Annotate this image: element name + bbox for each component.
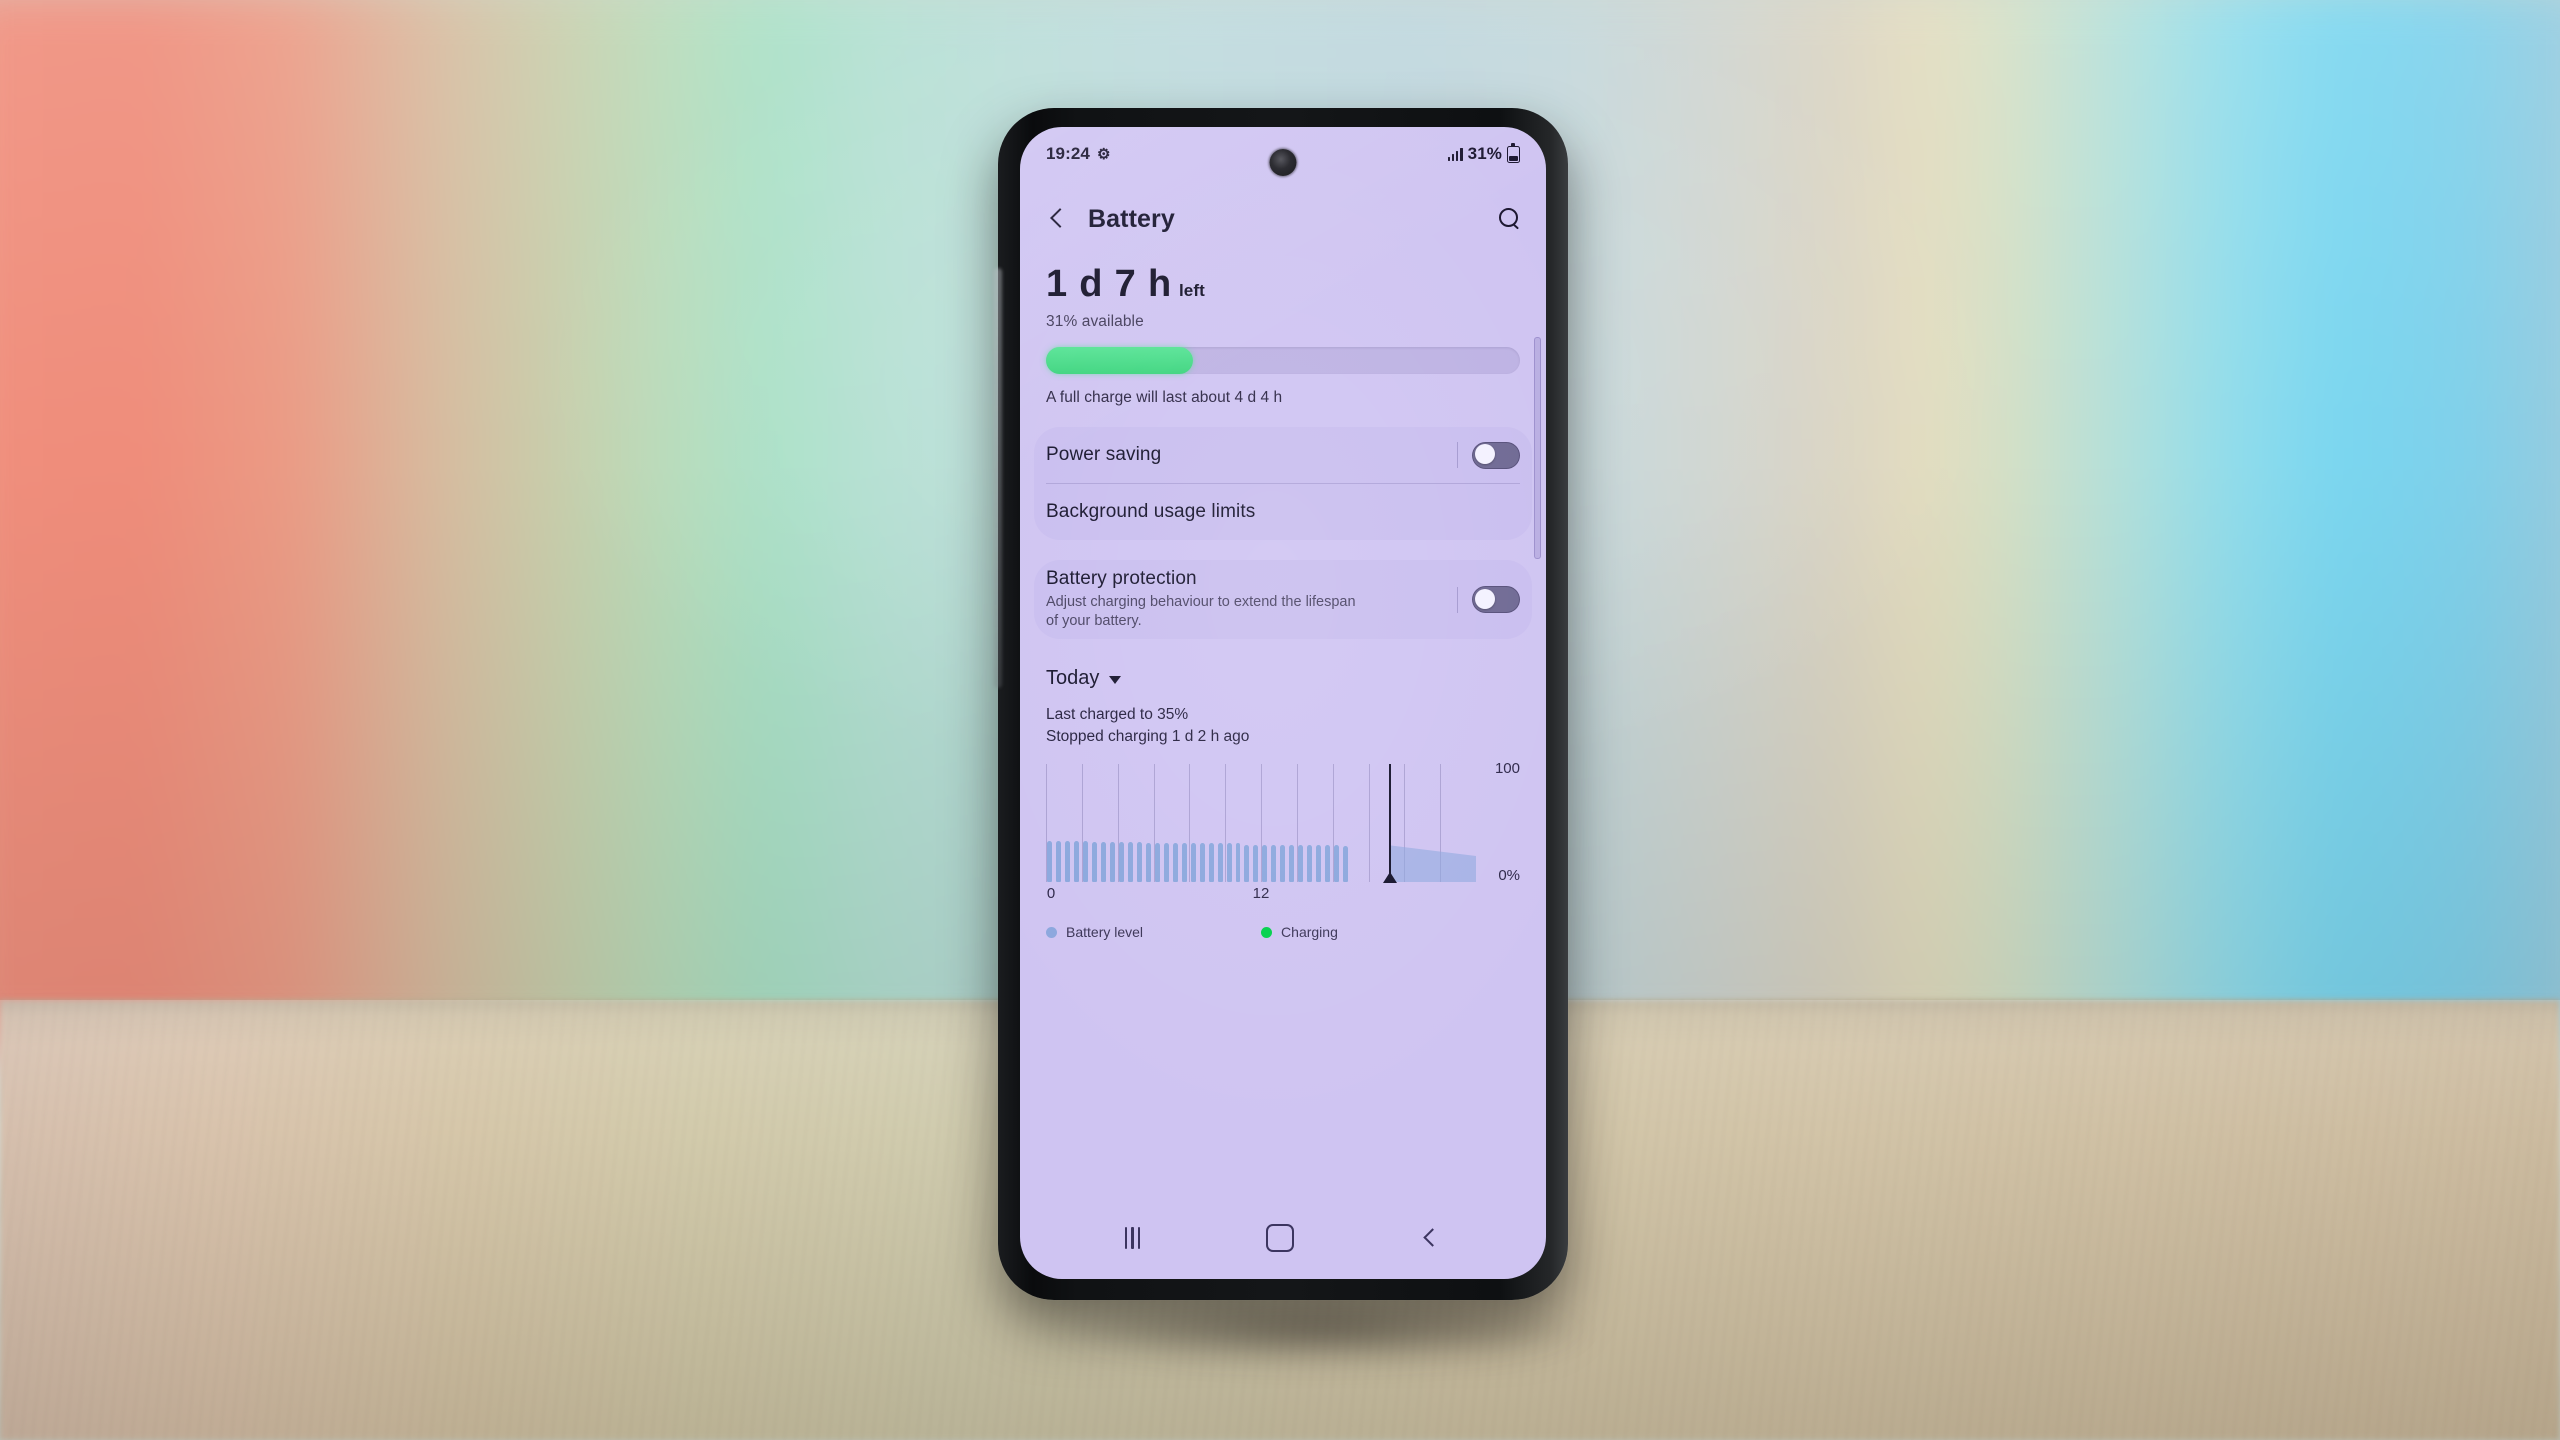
full-charge-note: A full charge will last about 4 d 4 h	[1046, 389, 1283, 406]
today-dropdown[interactable]: Today	[1046, 667, 1520, 690]
home-icon[interactable]	[1265, 1224, 1294, 1252]
battery-protection-toggle-wrap	[1443, 586, 1520, 614]
power-saving-toggle-wrap	[1443, 441, 1520, 469]
status-bar-left: 19:24 ⚙	[1046, 144, 1112, 164]
legend-item-battery-level: Battery level	[1046, 924, 1143, 940]
stopped-charging-line: Stopped charging 1 d 2 h ago	[1046, 728, 1250, 746]
toggle-separator	[1457, 442, 1458, 468]
battery-level-fill	[1046, 347, 1193, 374]
percent-available-label: 31% available	[1046, 313, 1144, 330]
chart-plot-area	[1046, 764, 1476, 884]
scrollbar[interactable]	[1534, 337, 1541, 559]
back-chevron-icon[interactable]	[1044, 206, 1070, 232]
chart-legend: Battery level Charging	[1046, 924, 1520, 940]
row-background-usage-limits[interactable]: Background usage limits	[1034, 484, 1532, 540]
chart-ytick-bottom: 0%	[1498, 867, 1520, 885]
status-bar-clock: 19:24	[1046, 144, 1090, 163]
content-area: 1 d 7 h left 31% available A full charge…	[1020, 251, 1546, 940]
row-battery-protection-title: Battery protection	[1046, 568, 1197, 589]
toggle-knob	[1474, 444, 1495, 464]
scene: 19:24 ⚙ 31% Battery 1 d 7 h left 31% ava…	[0, 0, 2560, 1440]
toggle-knob	[1474, 588, 1495, 609]
chevron-down-icon	[1109, 676, 1122, 685]
row-background-usage-limits-title: Background usage limits	[1046, 501, 1256, 522]
legend-label-charging: Charging	[1281, 924, 1338, 941]
row-battery-protection-subtitle: Adjust charging behaviour to extend the …	[1046, 594, 1356, 630]
settings-card-battery-protection: Battery protection Adjust charging behav…	[1034, 560, 1532, 640]
settings-card-primary: Power saving Background usage limits	[1034, 427, 1532, 540]
phone-side-button[interactable]	[994, 268, 1002, 688]
app-bar: Battery	[1020, 187, 1546, 251]
phone-screen[interactable]: 19:24 ⚙ 31% Battery 1 d 7 h left 31% ava…	[1020, 127, 1546, 1279]
battery-level-bar	[1046, 347, 1520, 374]
legend-item-charging: Charging	[1261, 924, 1338, 940]
battery-summary: 1 d 7 h left 31% available A full charge…	[1020, 251, 1546, 407]
row-battery-protection-texts: Battery protection Adjust charging behav…	[1046, 560, 1443, 639]
row-power-saving-texts: Power saving	[1046, 436, 1443, 474]
status-bar-battery-percent: 31%	[1467, 144, 1502, 163]
time-left-block: 1 d 7 h left	[1046, 263, 1520, 306]
legend-dot-charging	[1261, 926, 1273, 938]
legend-dot-battery-level	[1046, 926, 1057, 938]
last-charged-line: Last charged to 35%	[1046, 706, 1189, 724]
phone-device: 19:24 ⚙ 31% Battery 1 d 7 h left 31% ava…	[994, 108, 1568, 1300]
page-title: Battery	[1088, 204, 1175, 233]
chart-xaxis: 0 12	[1046, 882, 1476, 908]
front-camera-punch-hole	[1269, 149, 1297, 176]
row-power-saving-title: Power saving	[1046, 444, 1162, 465]
chart-xtick: 0	[1046, 885, 1056, 903]
chart-xtick: 12	[1252, 885, 1270, 903]
toggle-separator	[1457, 586, 1458, 613]
signal-bars-icon	[1447, 147, 1463, 161]
today-section: Today Last charged to 35% Stopped chargi…	[1020, 639, 1546, 908]
chart-now-line	[1388, 764, 1392, 883]
row-power-saving[interactable]: Power saving	[1034, 427, 1532, 483]
row-battery-protection[interactable]: Battery protection Adjust charging behav…	[1034, 560, 1532, 639]
power-saving-toggle[interactable]	[1472, 441, 1520, 469]
time-left-suffix: left	[1178, 281, 1205, 300]
search-icon[interactable]	[1496, 206, 1522, 232]
battery-protection-toggle[interactable]	[1472, 586, 1520, 614]
battery-icon	[1507, 143, 1520, 163]
chart-projection-area	[1390, 845, 1476, 883]
back-icon[interactable]	[1419, 1227, 1441, 1249]
navigation-bar	[1020, 1197, 1546, 1279]
legend-label-battery-level: Battery level	[1066, 924, 1144, 941]
row-background-usage-limits-texts: Background usage limits	[1046, 493, 1520, 531]
battery-history-chart[interactable]: 100 0%	[1046, 760, 1520, 885]
gear-icon: ⚙	[1096, 145, 1111, 163]
chart-ytick-top: 100	[1494, 760, 1520, 778]
status-bar-right: 31%	[1447, 143, 1520, 164]
today-label: Today	[1046, 667, 1100, 690]
recents-icon[interactable]	[1124, 1227, 1141, 1249]
time-left-value: 1 d 7 h	[1046, 263, 1172, 305]
today-detail-lines: Last charged to 35% Stopped charging 1 d…	[1046, 704, 1520, 748]
